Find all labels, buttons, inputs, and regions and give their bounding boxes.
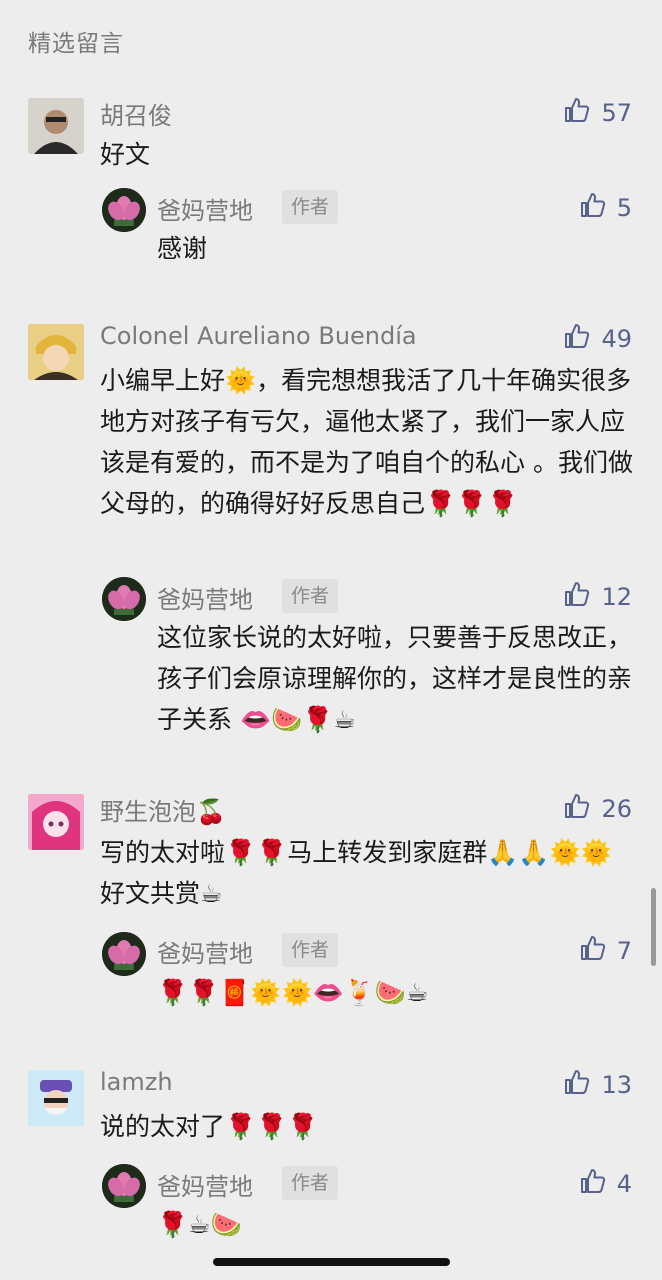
section-title: 精选留言 bbox=[28, 31, 124, 57]
author-badge: 作者 bbox=[282, 190, 339, 224]
author-badge: 作者 bbox=[282, 579, 339, 613]
author-name[interactable]: 爸妈营地 bbox=[157, 934, 253, 969]
commenter-name[interactable]: Colonel Aureliano Buendía bbox=[100, 322, 417, 350]
like-count: 12 bbox=[601, 583, 632, 611]
avatar[interactable] bbox=[28, 324, 84, 380]
commenter-name[interactable]: 胡召俊 bbox=[100, 96, 172, 131]
like-button[interactable]: 26 bbox=[563, 792, 632, 826]
avatar[interactable] bbox=[28, 98, 84, 154]
author-avatar[interactable] bbox=[102, 932, 146, 976]
scrollbar[interactable] bbox=[651, 888, 656, 966]
reply-text: 感谢 bbox=[157, 234, 208, 263]
comment-text: 好文 bbox=[100, 140, 151, 169]
thumbs-up-icon bbox=[563, 580, 591, 614]
author-badge: 作者 bbox=[282, 933, 339, 967]
reply-text: 🌹🌹🧧🌞🌞👄🍹🍉☕ bbox=[157, 978, 429, 1007]
reply-like-button[interactable]: 7 bbox=[579, 934, 632, 968]
author-avatar[interactable] bbox=[102, 188, 146, 232]
thumbs-up-icon bbox=[563, 96, 591, 130]
like-count: 26 bbox=[601, 795, 632, 823]
like-count: 5 bbox=[616, 194, 632, 222]
like-count: 57 bbox=[601, 99, 632, 127]
avatar[interactable] bbox=[28, 794, 84, 850]
thumbs-up-icon bbox=[579, 191, 607, 225]
like-count: 7 bbox=[616, 937, 632, 965]
comment-text: 小编早上好🌞，看完想想我活了几十年确实很多地方对孩子有亏欠，逼他太紧了，我们一家… bbox=[100, 366, 633, 518]
reply-like-button[interactable]: 5 bbox=[579, 191, 632, 225]
like-count: 4 bbox=[616, 1170, 632, 1198]
thumbs-up-icon bbox=[579, 934, 607, 968]
author-name[interactable]: 爸妈营地 bbox=[157, 191, 253, 226]
like-count: 13 bbox=[601, 1071, 632, 1099]
author-name[interactable]: 爸妈营地 bbox=[157, 1167, 253, 1202]
author-avatar[interactable] bbox=[102, 577, 146, 621]
reply-text: 这位家长说的太好啦，只要善于反思改正，孩子们会原谅理解你的，这样才是良性的亲子关… bbox=[157, 623, 633, 734]
author-avatar[interactable] bbox=[102, 1164, 146, 1208]
author-badge: 作者 bbox=[282, 1166, 339, 1200]
like-button[interactable]: 49 bbox=[563, 322, 632, 356]
avatar[interactable] bbox=[28, 1070, 84, 1126]
home-indicator[interactable] bbox=[213, 1258, 450, 1266]
thumbs-up-icon bbox=[563, 792, 591, 826]
commenter-name[interactable]: 野生泡泡🍒 bbox=[100, 792, 226, 827]
thumbs-up-icon bbox=[563, 1068, 591, 1102]
commenter-name[interactable]: lamzh bbox=[100, 1068, 173, 1096]
thumbs-up-icon bbox=[579, 1167, 607, 1201]
like-button[interactable]: 13 bbox=[563, 1068, 632, 1102]
like-count: 49 bbox=[601, 325, 632, 353]
reply-like-button[interactable]: 12 bbox=[563, 580, 632, 614]
comment-text: 写的太对啦🌹🌹马上转发到家庭群🙏🙏🌞🌞好文共赏☕ bbox=[100, 838, 612, 908]
reply-text: 🌹☕🍉 bbox=[157, 1210, 242, 1239]
reply-like-button[interactable]: 4 bbox=[579, 1167, 632, 1201]
author-name[interactable]: 爸妈营地 bbox=[157, 580, 253, 615]
thumbs-up-icon bbox=[563, 322, 591, 356]
comment-text: 说的太对了🌹🌹🌹 bbox=[100, 1112, 319, 1141]
like-button[interactable]: 57 bbox=[563, 96, 632, 130]
